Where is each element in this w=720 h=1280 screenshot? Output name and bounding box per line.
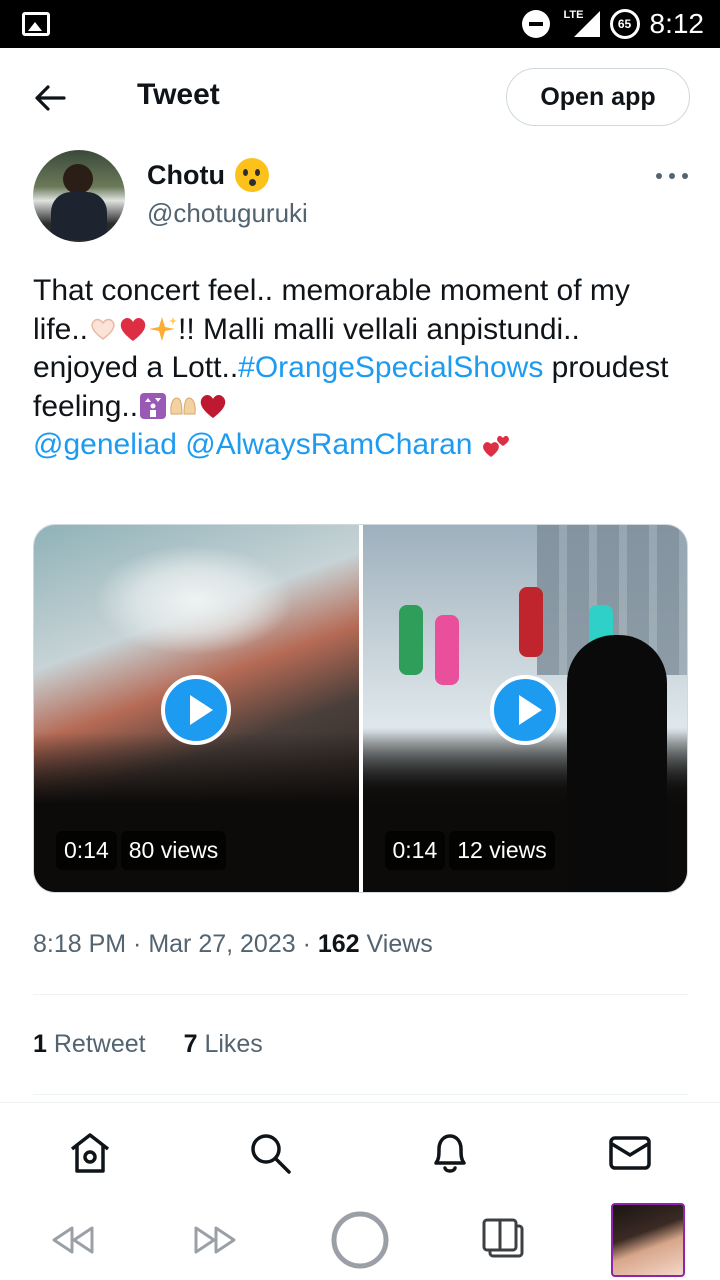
retweets-count: 1 bbox=[33, 1030, 47, 1058]
likes-label: Likes bbox=[204, 1030, 263, 1058]
video-views: 80 views bbox=[120, 831, 227, 870]
user-handle[interactable]: @chotuguruki bbox=[147, 198, 308, 229]
battery-icon: 65 bbox=[609, 9, 640, 39]
tweet-header: Tweet Open app bbox=[0, 48, 720, 148]
video-duration: 0:14 bbox=[384, 831, 446, 870]
views-count: 162 bbox=[317, 930, 360, 958]
tabs-icon[interactable] bbox=[478, 1212, 534, 1268]
divider bbox=[33, 1094, 688, 1095]
page-title: Tweet bbox=[137, 78, 220, 111]
hashtag-link[interactable]: #OrangeSpecialShows bbox=[238, 351, 543, 384]
app-thumbnail[interactable] bbox=[611, 1203, 685, 1277]
red-heart-emoji-icon bbox=[120, 317, 146, 341]
status-bar: LTE 65 8:12 bbox=[0, 0, 720, 48]
back-arrow-icon[interactable] bbox=[30, 78, 70, 118]
engagement-stats: 1 Retweet 7 Likes bbox=[33, 1030, 263, 1059]
play-icon[interactable] bbox=[489, 675, 560, 745]
tweet-date[interactable]: Mar 27, 2023 bbox=[148, 930, 295, 958]
signal-icon: LTE bbox=[560, 9, 600, 39]
fast-forward-icon[interactable] bbox=[188, 1212, 244, 1268]
more-options-icon[interactable] bbox=[654, 164, 690, 188]
sparkles-emoji-icon bbox=[149, 316, 178, 341]
likes-stat[interactable]: 7 Likes bbox=[184, 1030, 263, 1059]
retweets-stat[interactable]: 1 Retweet bbox=[33, 1030, 146, 1059]
elevator-emoji-icon bbox=[140, 392, 167, 419]
media-grid: 0:14 80 views 0:14 12 views bbox=[33, 524, 688, 893]
mention-link[interactable]: @geneliad bbox=[33, 428, 177, 461]
avatar[interactable] bbox=[33, 150, 125, 242]
divider bbox=[33, 994, 688, 995]
image-notification-icon bbox=[22, 12, 50, 36]
do-not-disturb-icon bbox=[521, 10, 550, 38]
messages-icon[interactable] bbox=[606, 1129, 654, 1177]
video-thumbnail[interactable]: 0:14 12 views bbox=[362, 525, 687, 892]
red-heart-emoji-icon bbox=[200, 394, 226, 418]
author-name-row[interactable]: Chotu bbox=[147, 158, 269, 192]
home-circle-icon[interactable] bbox=[330, 1210, 390, 1270]
palms-up-emoji-icon bbox=[170, 396, 196, 414]
mention-link[interactable]: @AlwaysRamCharan bbox=[185, 428, 472, 461]
bottom-navigation bbox=[0, 1102, 720, 1200]
notifications-icon[interactable] bbox=[426, 1129, 474, 1177]
video-views: 12 views bbox=[449, 831, 555, 870]
tweet-time[interactable]: 8:18 PM bbox=[33, 930, 126, 958]
search-icon[interactable] bbox=[246, 1129, 294, 1177]
tweet-text: That concert feel.. memorable moment of … bbox=[33, 272, 693, 465]
heart-hands-emoji-icon bbox=[91, 318, 115, 340]
two-hearts-emoji-icon bbox=[482, 435, 509, 457]
views-label: Views bbox=[366, 930, 433, 958]
video-duration: 0:14 bbox=[56, 831, 117, 870]
rewind-icon[interactable] bbox=[44, 1212, 100, 1268]
home-icon[interactable] bbox=[66, 1129, 114, 1177]
clock: 8:12 bbox=[649, 8, 705, 39]
retweets-label: Retweet bbox=[53, 1030, 146, 1058]
tweet-timestamp: 8:18 PM · Mar 27, 2023 · 162 Views bbox=[33, 930, 433, 958]
likes-count: 7 bbox=[183, 1030, 198, 1058]
display-name[interactable]: Chotu bbox=[147, 160, 225, 191]
open-app-button[interactable]: Open app bbox=[506, 68, 690, 126]
play-icon[interactable] bbox=[161, 675, 232, 745]
kissing-face-emoji-icon bbox=[234, 158, 269, 192]
video-thumbnail[interactable]: 0:14 80 views bbox=[34, 525, 359, 892]
